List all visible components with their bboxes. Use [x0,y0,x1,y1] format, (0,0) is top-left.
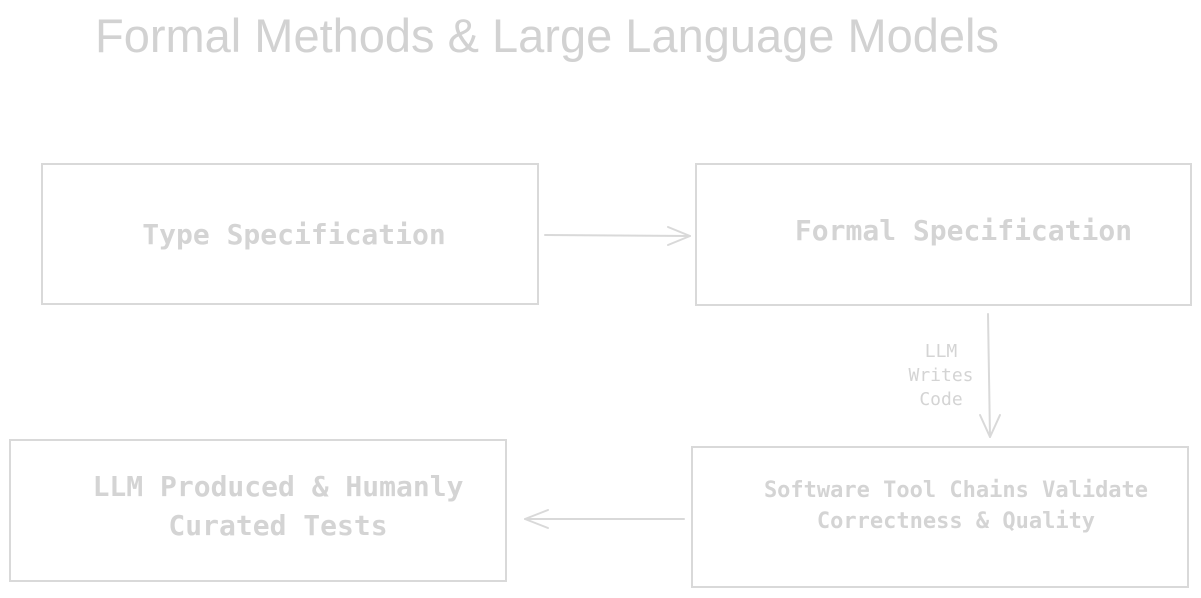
arrow-type-to-formal [544,226,691,246]
connector-arrows [524,226,1001,529]
arrow-tools-to-tests [524,509,685,529]
arrow-formal-to-tools [979,313,1001,438]
